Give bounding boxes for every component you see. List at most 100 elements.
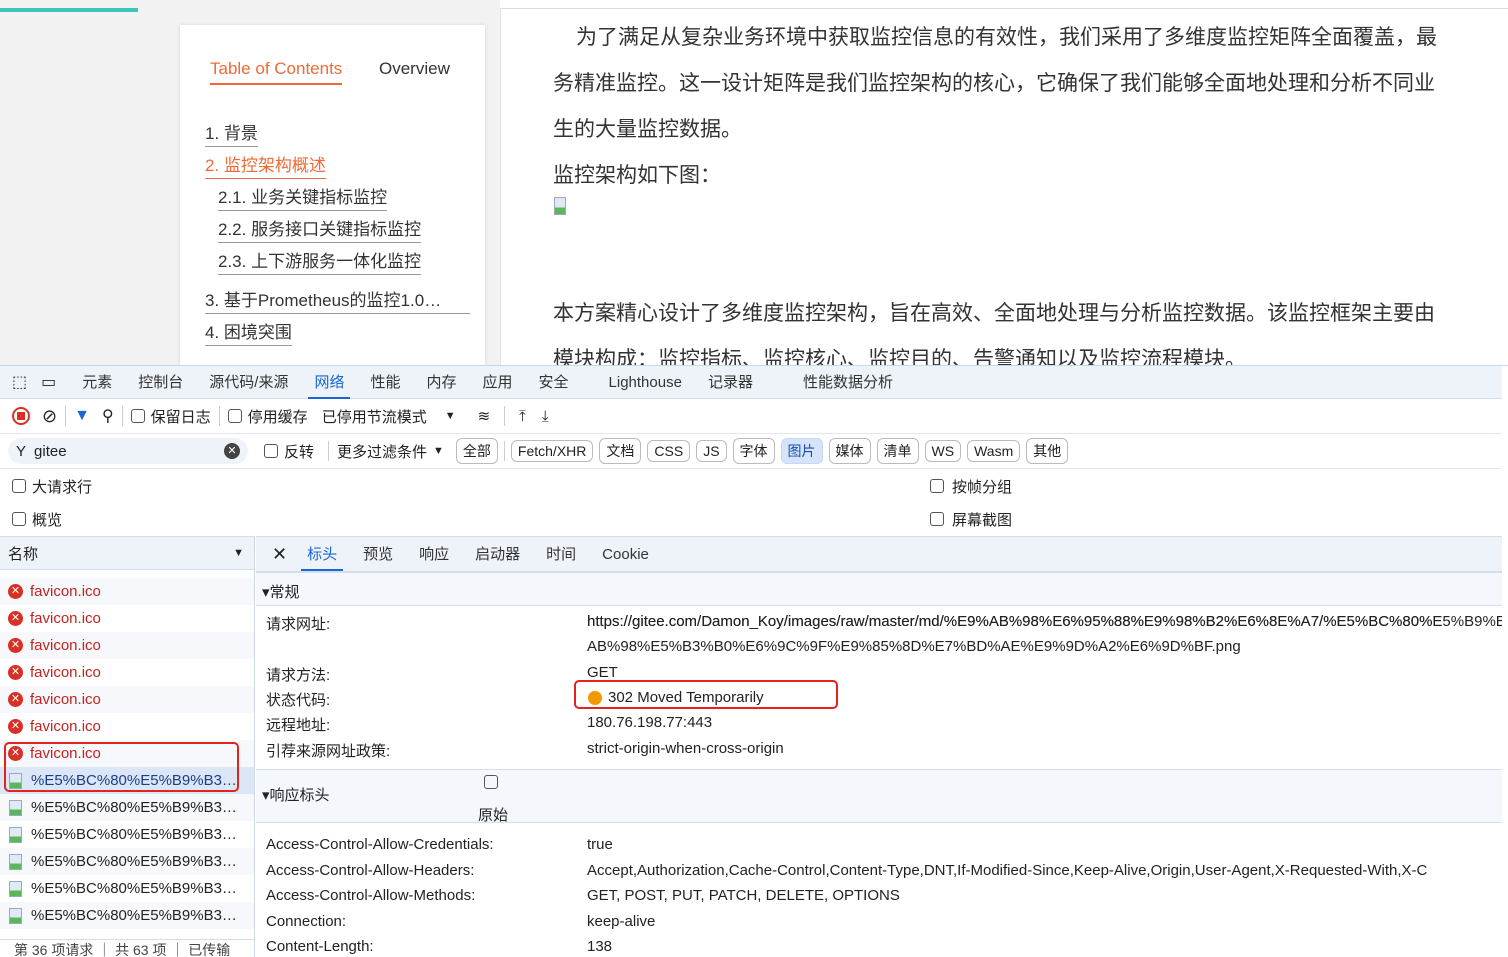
- header-key: Content-Length:: [266, 938, 374, 955]
- general-section-header[interactable]: ▾常规: [256, 572, 1502, 606]
- image-file-icon: [9, 853, 22, 870]
- raw-checkbox[interactable]: [484, 775, 498, 789]
- request-row[interactable]: ✕ favicon.ico: [0, 632, 254, 659]
- import-har-icon[interactable]: ⤒: [519, 408, 526, 425]
- type-filter-wasm[interactable]: Wasm: [967, 440, 1021, 462]
- toc-item-active[interactable]: 2. 监控架构概述: [205, 151, 326, 179]
- group-by-frame-checkbox[interactable]: [930, 479, 944, 493]
- inspect-element-icon[interactable]: ⬚: [12, 372, 27, 392]
- name-column-header[interactable]: 名称 ▼: [0, 536, 254, 570]
- request-row[interactable]: %E5%BC%80%E5%B9%B3…: [0, 821, 254, 848]
- chevron-down-icon: ▼: [433, 445, 444, 457]
- request-row[interactable]: ✕ favicon.ico: [0, 605, 254, 632]
- toc-item[interactable]: 1. 背景: [205, 119, 258, 147]
- toc-item[interactable]: 3. 基于Prometheus的监控1.0…: [205, 286, 470, 314]
- broken-image-icon: [554, 197, 566, 215]
- overview-checkbox[interactable]: [12, 512, 26, 526]
- group-by-frame-label: 按帧分组: [952, 478, 1013, 496]
- type-filter-font[interactable]: 字体: [732, 438, 775, 464]
- tab-timing[interactable]: 时间: [546, 538, 576, 571]
- tab-performance-insights[interactable]: 性能数据分析: [803, 366, 893, 399]
- type-filter-other[interactable]: 其他: [1026, 438, 1069, 464]
- type-filter-media[interactable]: 媒体: [828, 438, 871, 464]
- type-filter-all[interactable]: 全部: [455, 438, 498, 464]
- tab-console[interactable]: 控制台: [138, 366, 183, 399]
- request-row[interactable]: %E5%BC%80%E5%B9%B3…: [0, 875, 254, 902]
- filter-value[interactable]: gitee: [34, 443, 224, 460]
- header-value: strict-origin-when-cross-origin: [587, 740, 784, 757]
- request-row[interactable]: %E5%BC%80%E5%B9%B3…: [0, 794, 254, 821]
- toc-item[interactable]: 2.2. 服务接口关键指标监控: [218, 215, 422, 243]
- export-har-icon[interactable]: ⤓: [542, 408, 549, 425]
- type-filter-ws[interactable]: WS: [924, 440, 962, 462]
- request-url-value-cont: AB%98%E5%B3%B0%E6%9C%9F%E9%85%8D%E7%BD%A…: [587, 638, 1241, 655]
- screenshots-checkbox[interactable]: [930, 512, 944, 526]
- tab-response[interactable]: 响应: [419, 538, 449, 571]
- invert-checkbox[interactable]: [264, 444, 278, 458]
- type-filter-doc[interactable]: 文档: [599, 438, 642, 464]
- error-icon: ✕: [8, 611, 23, 626]
- chevron-down-icon[interactable]: ▼: [445, 410, 456, 422]
- tab-recorder[interactable]: 记录器: [708, 366, 753, 399]
- tab-preview[interactable]: 预览: [363, 538, 393, 571]
- option-row: 大请求行 按帧分组: [0, 474, 1502, 498]
- device-toolbar-icon[interactable]: ▭: [41, 372, 56, 392]
- network-conditions-icon[interactable]: ≋: [478, 407, 491, 425]
- filter-icon[interactable]: ▼: [74, 407, 90, 425]
- tab-performance[interactable]: 性能: [370, 366, 400, 399]
- more-filters-dropdown[interactable]: 更多过滤条件: [337, 441, 427, 462]
- toc-item[interactable]: 2.3. 上下游服务一体化监控: [218, 247, 422, 275]
- image-file-icon: [9, 880, 22, 897]
- request-row[interactable]: %E5%BC%80%E5%B9%B3…: [0, 902, 254, 929]
- funnel-icon: Y: [16, 442, 27, 460]
- throttle-select[interactable]: 已停用节流模式: [322, 406, 427, 427]
- header-key: 请求网址:: [266, 616, 331, 633]
- tab-application[interactable]: 应用: [483, 366, 513, 399]
- toc-item[interactable]: 4. 困境突围: [205, 318, 292, 346]
- tab-table-of-contents[interactable]: Table of Contents: [210, 59, 343, 85]
- tab-headers[interactable]: 标头: [301, 538, 344, 571]
- highlight-box: [4, 742, 239, 792]
- tab-overview[interactable]: Overview: [379, 59, 450, 83]
- header-key: 引荐来源网址政策:: [266, 743, 391, 760]
- type-filter-img[interactable]: 图片: [780, 438, 823, 464]
- tab-initiator[interactable]: 启动器: [475, 538, 520, 571]
- response-headers-section: ▾响应标头 原始: [256, 769, 1502, 824]
- request-name: favicon.ico: [30, 610, 101, 627]
- type-filter-css[interactable]: CSS: [647, 440, 691, 462]
- stop-recording-icon[interactable]: [12, 407, 30, 425]
- request-row[interactable]: ✕ favicon.ico: [0, 578, 254, 605]
- filter-input[interactable]: Y gitee ✕: [8, 438, 248, 464]
- big-rows-checkbox[interactable]: [12, 479, 26, 493]
- tab-network[interactable]: 网络: [308, 366, 351, 399]
- type-filter-fetch[interactable]: Fetch/XHR: [510, 440, 594, 462]
- request-row[interactable]: ✕ favicon.ico: [0, 713, 254, 740]
- response-headers-title[interactable]: ▾响应标头: [262, 784, 330, 805]
- filter-bar: Y gitee ✕ 反转 更多过滤条件 ▼ 全部 Fetch/XHR 文档 CSS…: [0, 434, 1502, 469]
- preserve-log-checkbox[interactable]: [130, 409, 145, 423]
- tab-cookies[interactable]: Cookie: [602, 538, 649, 571]
- search-icon[interactable]: ⚲: [102, 406, 114, 426]
- tab-sources[interactable]: 源代码/来源: [209, 366, 288, 399]
- close-icon[interactable]: ✕: [272, 544, 287, 565]
- header-value: true: [587, 836, 613, 853]
- toc-item[interactable]: 2.1. 业务关键指标监控: [218, 183, 388, 211]
- request-name: favicon.ico: [30, 664, 101, 681]
- tab-memory[interactable]: 内存: [426, 366, 456, 399]
- type-filter-js[interactable]: JS: [696, 440, 727, 462]
- tab-security[interactable]: 安全: [539, 366, 569, 399]
- tab-elements[interactable]: 元素: [82, 366, 112, 399]
- type-filter-manifest[interactable]: 清单: [876, 438, 919, 464]
- request-url-value: https://gitee.com/Damon_Koy/images/raw/m…: [587, 613, 1443, 630]
- big-rows-label: 大请求行: [32, 478, 93, 496]
- request-name: %E5%BC%80%E5%B9%B3…: [31, 880, 237, 897]
- reading-progress-bar: [0, 8, 138, 12]
- clear-icon[interactable]: ⊘: [42, 406, 57, 427]
- header-key: Access-Control-Allow-Methods:: [266, 887, 476, 904]
- clear-filter-icon[interactable]: ✕: [224, 443, 240, 459]
- request-row[interactable]: %E5%BC%80%E5%B9%B3…: [0, 848, 254, 875]
- tab-lighthouse[interactable]: Lighthouse: [609, 366, 682, 399]
- request-row[interactable]: ✕ favicon.ico: [0, 686, 254, 713]
- request-row[interactable]: ✕ favicon.ico: [0, 659, 254, 686]
- disable-cache-checkbox[interactable]: [227, 409, 242, 423]
